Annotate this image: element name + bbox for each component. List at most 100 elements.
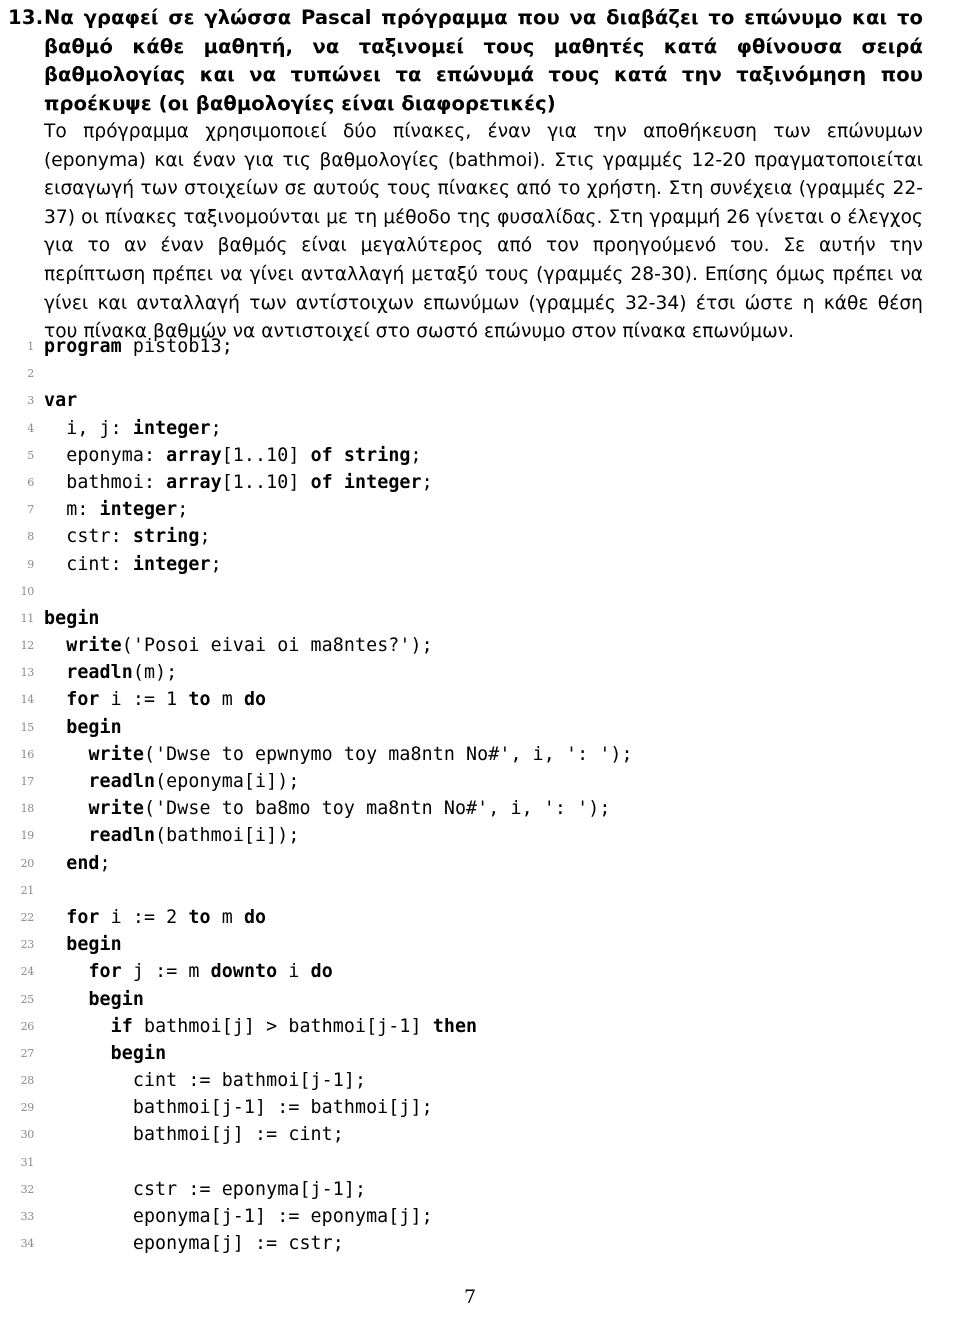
exercise-statement: Να γραφεί σε γλώσσα Pascal πρόγραμμα που…: [44, 6, 923, 115]
code-keyword: then: [432, 1015, 478, 1037]
code-keyword: string: [343, 444, 411, 466]
code-line-number: 34: [20, 1237, 35, 1251]
code-keyword: for: [66, 689, 100, 711]
code-line: 27 begin: [8, 1040, 948, 1067]
code-line-number: 23: [20, 938, 35, 952]
code-keyword: if: [110, 1015, 133, 1037]
code-line: 2: [8, 360, 948, 387]
code-keyword: begin: [88, 988, 144, 1010]
code-line-number: 31: [20, 1155, 35, 1169]
code-keyword: readln: [66, 662, 133, 684]
code-line: 3 var: [8, 387, 948, 414]
code-line: 23 begin: [8, 931, 948, 958]
exercise-number: 13.: [8, 6, 44, 29]
code-line-text: begin: [8, 931, 948, 958]
code-line: 16 write('Dwse to epwnymo toy ma8ntn No#…: [8, 741, 948, 768]
code-keyword: write: [88, 743, 144, 765]
exercise-heading: 13. Να γραφεί σε γλώσσα Pascal πρόγραμμα…: [8, 4, 923, 118]
code-line-number: 22: [20, 910, 35, 924]
code-line: 33 eponyma[j-1] := eponyma[j];: [8, 1203, 948, 1230]
code-line: 34 eponyma[j] := cstr;: [8, 1230, 948, 1257]
code-line: 14 for i := 1 to m do: [8, 686, 948, 713]
code-keyword: for: [66, 906, 100, 928]
code-line: 15 begin: [8, 714, 948, 741]
code-line-text: for i := 2 to m do: [66, 906, 267, 928]
code-line: 31: [8, 1149, 948, 1176]
code-line-text: if bathmoi[j] > bathmoi[j-1] then: [110, 1015, 478, 1037]
code-line: 10: [8, 578, 948, 605]
code-line-number: 17: [20, 775, 35, 788]
code-line-text: bathmoi[j-1] := bathmoi[j];: [44, 1097, 433, 1119]
code-line-text: for j := m downto i do: [88, 961, 333, 983]
page-number: 7: [463, 1286, 477, 1308]
code-keyword: do: [243, 906, 267, 928]
code-keyword: write: [66, 635, 122, 657]
code-keyword: begin: [66, 716, 122, 738]
code-keyword: of: [310, 444, 333, 466]
code-line: 26 if bathmoi[j] > bathmoi[j-1] then: [8, 1013, 948, 1040]
code-line: 22 for i := 2 to m do: [8, 904, 948, 931]
code-line: 8 cstr: string;: [8, 523, 948, 550]
code-line-number: 5: [27, 448, 34, 462]
code-line-text: eponyma[j-1] := eponyma[j];: [44, 1206, 433, 1227]
exercise-description: Το πρόγραμμα χρησιμοποιεί δύο πίνακες, έ…: [44, 121, 923, 343]
code-line-number: 24: [20, 965, 35, 979]
code-keyword: string: [132, 526, 200, 548]
code-line-number: 19: [20, 829, 35, 843]
code-keyword: downto: [210, 961, 278, 983]
code-line: 20 end;: [8, 850, 948, 877]
code-line-number: 8: [27, 530, 34, 544]
code-line-number: 4: [27, 421, 34, 435]
code-line-text: write('Dwse to ba8mo toy ma8ntn No#', i,…: [88, 798, 611, 820]
code-line-text: readln(eponyma[i]);: [88, 771, 300, 792]
code-keyword: of: [310, 471, 333, 493]
code-keyword: integer: [99, 499, 178, 521]
code-keyword: program: [44, 336, 122, 357]
code-line-number: 2: [27, 367, 34, 381]
code-line-text: begin: [8, 986, 948, 1013]
code-line: 11 begin: [8, 605, 948, 632]
code-line-number: 32: [20, 1182, 35, 1196]
code-line-number: 14: [20, 693, 35, 707]
exercise-block: 13. Να γραφεί σε γλώσσα Pascal πρόγραμμα…: [8, 4, 923, 347]
code-keyword: integer: [132, 417, 211, 439]
code-keyword: var: [44, 390, 78, 412]
code-line: 9 cint: integer;: [8, 551, 948, 578]
code-keyword: array: [166, 471, 222, 493]
code-keyword: readln: [88, 771, 156, 792]
code-keyword: do: [310, 961, 333, 983]
code-line: 4 i, j: integer;: [8, 415, 948, 442]
code-line: 19 readln(bathmoi[i]);: [8, 822, 948, 849]
code-line: 13 readln(m);: [8, 659, 948, 686]
code-line-number: 25: [20, 992, 35, 1006]
code-line-number: 12: [20, 639, 35, 653]
code-line-text: bathmoi: array[1..10] of integer;: [44, 471, 433, 493]
code-line: 17 readln(eponyma[i]);: [8, 768, 948, 795]
code-line: 7 m: integer;: [8, 496, 948, 523]
code-line-number: 15: [20, 720, 35, 734]
code-line-text: program pistob13;: [44, 336, 233, 357]
code-line-text: m: integer;: [44, 499, 189, 521]
code-line-number: 7: [27, 503, 34, 517]
code-line: 28 cint := bathmoi[j-1];: [8, 1067, 948, 1094]
code-line-text: cstr: string;: [44, 526, 211, 548]
code-line-text: bathmoi[j] := cint;: [44, 1124, 344, 1146]
code-line-number: 3: [27, 394, 34, 408]
code-keyword: begin: [110, 1042, 167, 1064]
code-keyword: readln: [88, 825, 156, 847]
code-listing: 1 program pistob13; 2 3 var 4 i, j: integer; 5…: [8, 333, 948, 1257]
code-line: 18 write('Dwse to ba8mo toy ma8ntn No#',…: [8, 795, 948, 822]
code-line: 21: [8, 877, 948, 904]
code-keyword: array: [166, 444, 222, 466]
code-line-text: begin: [8, 714, 948, 741]
code-keyword: integer: [343, 471, 422, 493]
code-line: 24 for j := m downto i do: [8, 958, 948, 985]
code-keyword: begin: [66, 934, 122, 956]
code-line-number: 18: [20, 802, 35, 816]
code-line-text: write('Posoi eivai oi ma8ntes?');: [66, 635, 433, 657]
code-line-number: 16: [20, 747, 35, 761]
code-line-number: 6: [27, 475, 34, 489]
code-keyword: do: [243, 689, 267, 711]
code-keyword: integer: [132, 553, 211, 575]
code-keyword: for: [88, 961, 122, 983]
